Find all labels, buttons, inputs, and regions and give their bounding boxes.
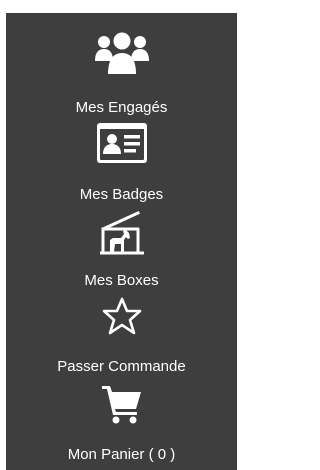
menu-item-mes-engages[interactable]: Mes Engagés [6,27,237,116]
menu-item-mon-panier[interactable]: Mon Panier ( 0 ) [6,376,237,463]
menu-item-label: Mon Panier ( 0 ) [67,446,176,463]
shopping-cart-icon [101,386,141,424]
id-badge-icon [96,123,147,163]
horse-stable-icon [99,211,144,255]
users-group-icon [94,32,149,74]
menu-item-passer-commande[interactable]: Passer Commande [6,288,237,375]
sidebar-menu: Mes Engagés Mes Badges Mes Boxes Passer … [6,13,237,470]
menu-item-mes-boxes[interactable]: Mes Boxes [6,201,237,289]
menu-item-label: Passer Commande [57,358,186,375]
star-outline-icon [102,297,141,335]
menu-item-mes-badges[interactable]: Mes Badges [6,113,237,203]
